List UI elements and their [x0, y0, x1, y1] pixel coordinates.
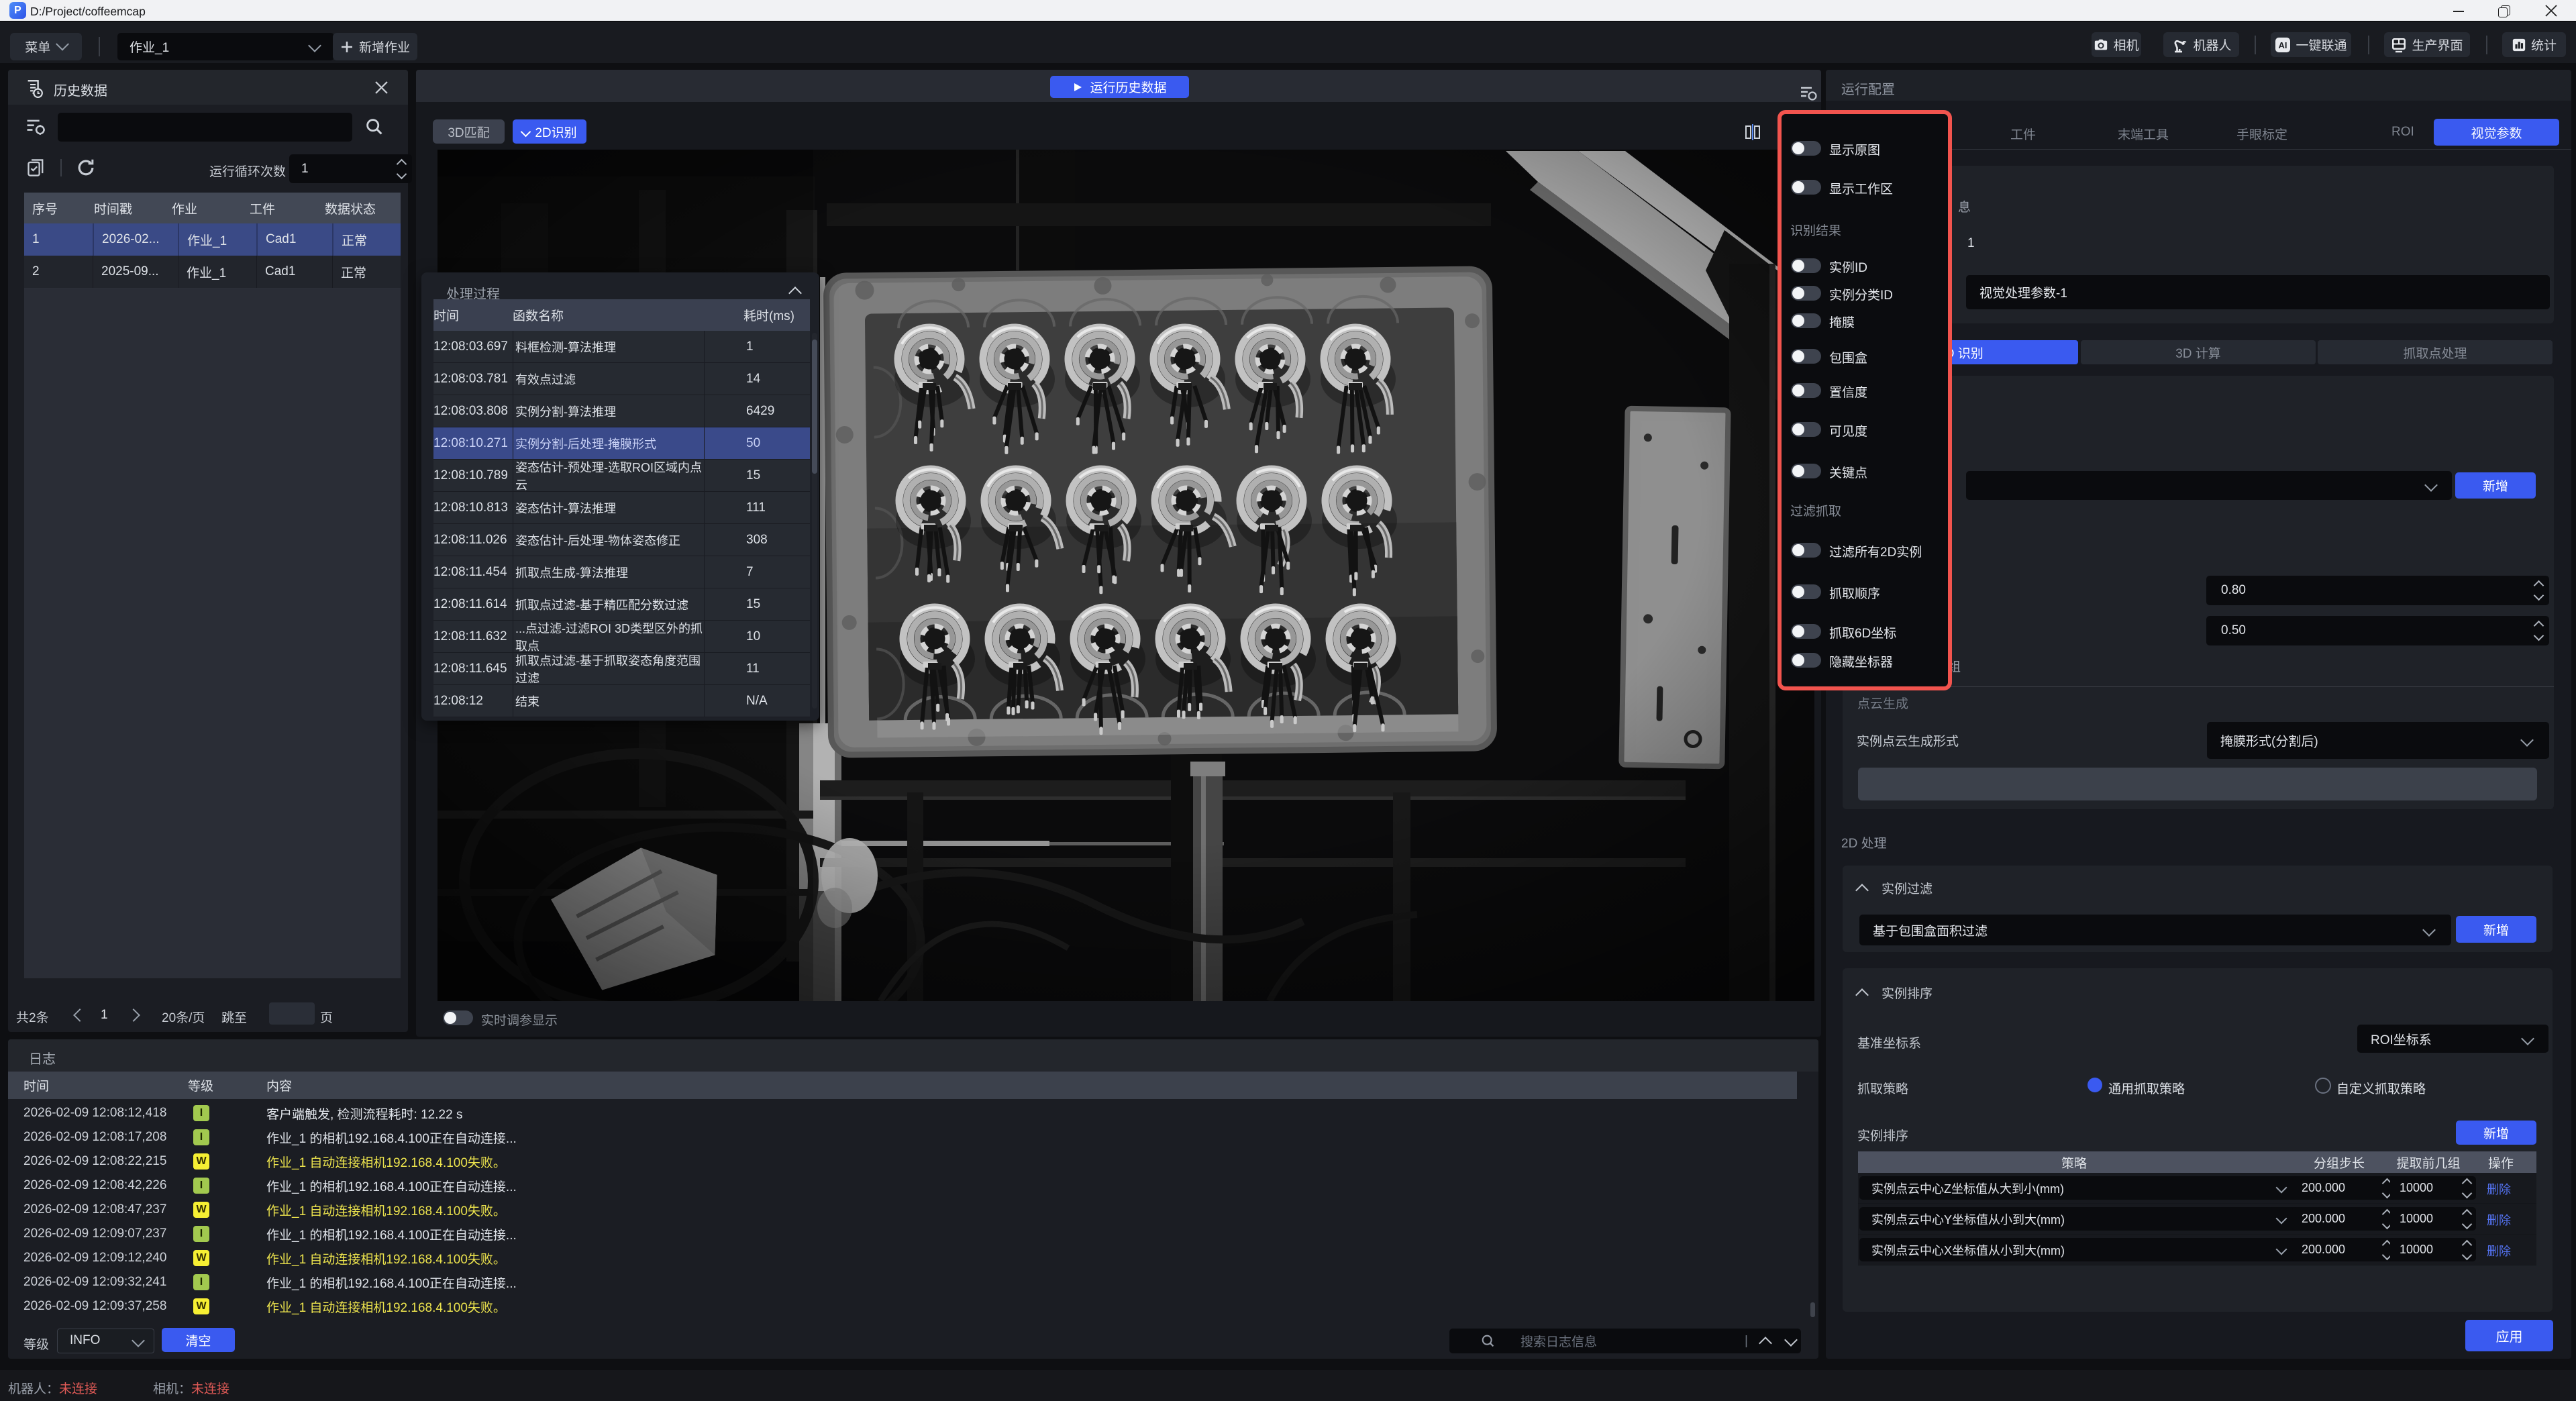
svg-text:AI: AI	[2279, 40, 2287, 50]
